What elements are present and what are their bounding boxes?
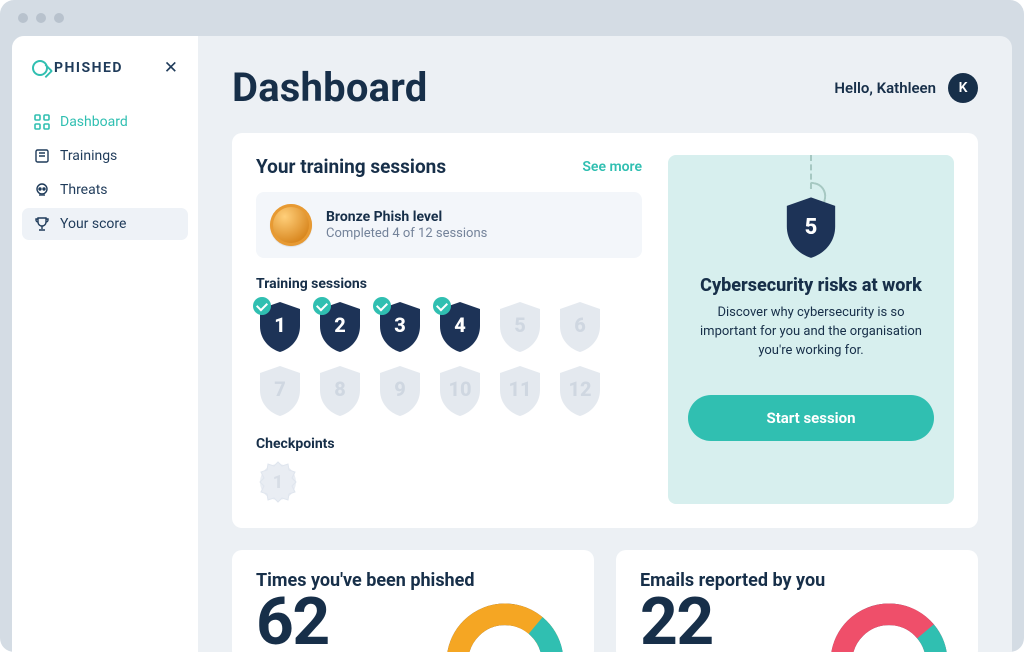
session-number: 8 [316,364,364,418]
sidebar-item-label: Your score [60,216,126,232]
bronze-medal-icon [270,204,312,246]
session-shield-5[interactable]: 5 [496,300,544,354]
sessions-label: Training sessions [256,276,642,292]
session-shield-11[interactable]: 11 [496,364,544,418]
sidebar-nav: Dashboard Trainings Threats Your score [22,106,188,240]
checkpoints-row: 1 [256,460,642,504]
reported-stat-value: 22 [640,597,713,648]
session-number: 9 [376,364,424,418]
session-number: 11 [496,364,544,418]
next-session-number: 5 [782,195,840,259]
session-shield-10[interactable]: 10 [436,364,484,418]
next-session-shield-icon: 5 [782,195,840,259]
phished-stat-value: 62 [256,597,329,648]
checkpoint-number: 1 [256,460,300,504]
window-controls[interactable] [18,13,64,23]
training-card-title: Your training sessions [256,155,446,178]
greeting-text: Hello, Kathleen [834,79,936,97]
check-icon [313,297,331,315]
session-number: 7 [256,364,304,418]
sidebar-item-trainings[interactable]: Trainings [22,140,188,172]
sidebar: PHISHED ✕ Dashboard Trainings Threats Your … [12,36,198,652]
sidebar-item-dashboard[interactable]: Dashboard [22,106,188,138]
session-number: 12 [556,364,604,418]
level-title: Bronze Phish level [326,209,487,225]
sidebar-item-label: Trainings [60,148,117,164]
see-more-link[interactable]: See more [582,159,642,175]
phished-stat-card: Times you've been phished 62 [232,550,594,652]
sessions-grid: 123456789101112 [256,300,642,418]
book-icon [34,148,50,164]
session-shield-7[interactable]: 7 [256,364,304,418]
check-icon [253,297,271,315]
skull-icon [34,182,50,198]
check-icon [433,297,451,315]
grid-icon [34,114,50,130]
session-shield-2[interactable]: 2 [316,300,364,354]
checkpoint-badge-1[interactable]: 1 [256,460,300,504]
sidebar-item-label: Dashboard [60,114,128,130]
checkpoints-label: Checkpoints [256,436,642,452]
level-subtitle: Completed 4 of 12 sessions [326,226,487,241]
page-title: Dashboard [232,64,427,111]
start-session-button[interactable]: Start session [688,395,934,441]
sidebar-item-threats[interactable]: Threats [22,174,188,206]
session-shield-1[interactable]: 1 [256,300,304,354]
session-shield-12[interactable]: 12 [556,364,604,418]
session-shield-3[interactable]: 3 [376,300,424,354]
avatar[interactable]: K [948,73,978,103]
session-shield-4[interactable]: 4 [436,300,484,354]
session-shield-6[interactable]: 6 [556,300,604,354]
training-sessions-card: Your training sessions See more Bronze P… [232,133,978,528]
brand-mark-icon [32,60,48,76]
session-number: 5 [496,300,544,354]
main: Dashboard Hello, Kathleen K Your trainin… [198,36,1012,652]
trophy-icon [34,216,50,232]
reported-donut-chart [824,597,954,652]
next-session-desc: Discover why cybersecurity is so importa… [692,304,930,361]
user-chip[interactable]: Hello, Kathleen K [834,73,978,103]
brand-logo[interactable]: PHISHED [32,60,123,76]
next-session-panel: 5 Cybersecurity risks at work Discover w… [668,155,954,504]
reported-stat-card: Emails reported by you 22 [616,550,978,652]
phished-donut-chart [440,597,570,652]
session-shield-9[interactable]: 9 [376,364,424,418]
session-number: 6 [556,300,604,354]
check-icon [373,297,391,315]
brand-name: PHISHED [54,60,123,76]
sidebar-item-your-score[interactable]: Your score [22,208,188,240]
session-shield-8[interactable]: 8 [316,364,364,418]
sidebar-item-label: Threats [60,182,108,198]
level-banner: Bronze Phish level Completed 4 of 12 ses… [256,192,642,258]
session-number: 10 [436,364,484,418]
next-session-title: Cybersecurity risks at work [700,275,922,296]
close-icon[interactable]: ✕ [164,58,178,78]
